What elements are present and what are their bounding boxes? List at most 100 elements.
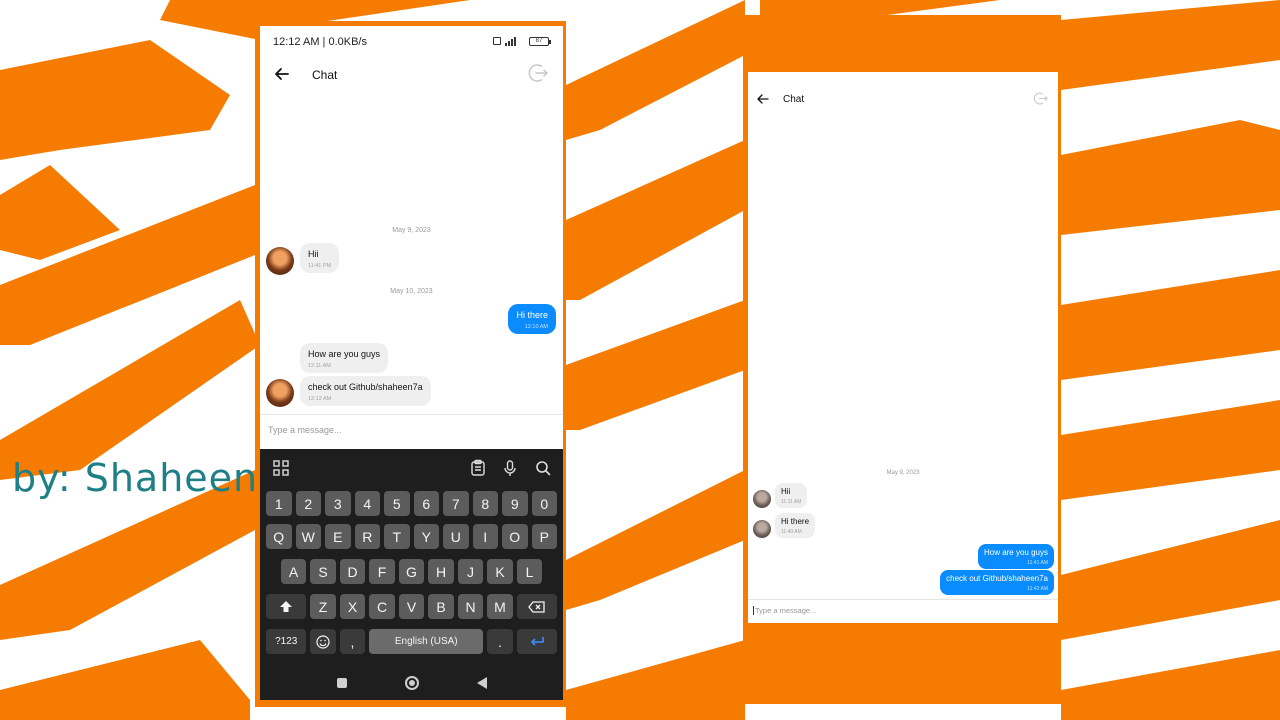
emoji-icon bbox=[316, 634, 330, 649]
date-separator: May 9, 2023 bbox=[886, 470, 920, 476]
message-bubble-received[interactable]: Hii 11:41 PM bbox=[300, 243, 340, 273]
key[interactable]: R bbox=[354, 524, 380, 549]
back-nav-icon[interactable] bbox=[476, 677, 487, 689]
key[interactable]: W bbox=[295, 524, 321, 549]
page-title: Chat bbox=[783, 94, 805, 105]
period-key[interactable]: . bbox=[487, 629, 513, 654]
page-title: Chat bbox=[312, 68, 338, 82]
key[interactable]: F bbox=[369, 559, 395, 584]
key[interactable]: 7 bbox=[443, 491, 469, 516]
chat-header: Chat bbox=[748, 86, 1058, 114]
key[interactable]: 9 bbox=[502, 491, 528, 516]
key[interactable]: X bbox=[339, 594, 366, 619]
signal-icon bbox=[505, 36, 525, 46]
search-icon[interactable] bbox=[534, 459, 552, 477]
clipboard-icon[interactable] bbox=[469, 459, 487, 477]
keyboard-row-a: A S D F G H J K L bbox=[260, 559, 563, 584]
recents-icon[interactable] bbox=[336, 678, 347, 688]
key[interactable]: L bbox=[516, 559, 543, 584]
key[interactable]: G bbox=[398, 559, 425, 584]
system-nav-bar bbox=[260, 666, 563, 700]
key[interactable]: K bbox=[487, 559, 513, 584]
avatar[interactable] bbox=[753, 490, 771, 508]
keyboard-row-numbers: 1 2 3 4 5 6 7 8 9 0 bbox=[260, 491, 563, 516]
avatar[interactable] bbox=[266, 379, 294, 407]
key[interactable]: B bbox=[428, 594, 454, 619]
shift-icon bbox=[280, 600, 293, 612]
backspace-icon bbox=[527, 600, 545, 613]
message-bubble-received[interactable]: How are you guys 12:11 AM bbox=[300, 343, 389, 373]
message-bubble-sent[interactable]: Hi there 12:10 AM bbox=[508, 304, 556, 334]
key[interactable]: Z bbox=[310, 594, 336, 619]
key[interactable]: C bbox=[369, 594, 395, 619]
message-input[interactable] bbox=[753, 606, 1043, 615]
keyboard-row-bottom: ?123 , English (USA) . bbox=[260, 629, 563, 654]
message-bubble-received[interactable]: Hi there 11:40 AM bbox=[775, 513, 816, 538]
keyboard-row-z: Z X C V B N M bbox=[260, 594, 563, 619]
message-bubble-sent[interactable]: check out Github/shaheen7a 11:42 AM bbox=[940, 570, 1054, 595]
key[interactable]: V bbox=[398, 594, 425, 619]
message-bubble-sent[interactable]: How are you guys 11:41 AM bbox=[977, 544, 1054, 569]
author-byline: by: Shaheen bbox=[12, 456, 259, 500]
status-time: 12:12 AM | 0.0KB/s bbox=[273, 36, 367, 48]
avatar[interactable] bbox=[266, 247, 294, 275]
message-composer bbox=[748, 599, 1058, 623]
key[interactable]: Y bbox=[413, 524, 439, 549]
key[interactable]: N bbox=[457, 594, 484, 619]
key[interactable]: Q bbox=[266, 524, 292, 549]
key[interactable]: 3 bbox=[325, 491, 351, 516]
key[interactable]: 4 bbox=[354, 491, 380, 516]
key[interactable]: J bbox=[457, 559, 484, 584]
key[interactable]: 1 bbox=[266, 491, 292, 516]
date-separator: May 9, 2023 bbox=[392, 227, 431, 234]
logout-icon[interactable] bbox=[1033, 91, 1048, 106]
key[interactable]: 0 bbox=[531, 491, 557, 516]
message-composer bbox=[260, 414, 563, 449]
backspace-key[interactable] bbox=[516, 594, 557, 619]
space-key[interactable]: English (USA) bbox=[369, 629, 484, 654]
key[interactable]: T bbox=[384, 524, 410, 549]
chat-header: Chat bbox=[260, 56, 563, 94]
key[interactable]: H bbox=[428, 559, 454, 584]
arrow-left-icon[interactable] bbox=[756, 92, 770, 106]
key[interactable]: M bbox=[487, 594, 513, 619]
nfc-icon bbox=[493, 37, 501, 45]
key[interactable]: P bbox=[531, 524, 557, 549]
arrow-left-icon[interactable] bbox=[272, 64, 292, 84]
key[interactable]: D bbox=[339, 559, 366, 584]
keyboard-toolbar bbox=[260, 449, 563, 487]
key[interactable]: I bbox=[472, 524, 498, 549]
home-icon[interactable] bbox=[404, 676, 419, 690]
key[interactable]: S bbox=[310, 559, 336, 584]
key[interactable]: O bbox=[502, 524, 528, 549]
background-brush-strokes bbox=[0, 0, 1280, 720]
enter-icon bbox=[530, 636, 544, 646]
status-indicators: 87 bbox=[493, 36, 551, 46]
phone-screen-left: 12:12 AM | 0.0KB/s 87 Chat May 9, 2023 H… bbox=[260, 26, 563, 700]
key[interactable]: U bbox=[443, 524, 469, 549]
key[interactable]: 6 bbox=[413, 491, 439, 516]
symbols-key[interactable]: ?123 bbox=[266, 629, 307, 654]
message-bubble-received[interactable]: check out Github/shaheen7a 12:12 AM bbox=[300, 376, 431, 406]
status-bar: 12:12 AM | 0.0KB/s 87 bbox=[260, 26, 563, 56]
microphone-icon[interactable] bbox=[501, 459, 519, 477]
key[interactable]: 8 bbox=[472, 491, 498, 516]
keyboard-row-q: Q W E R T Y U I O P bbox=[260, 524, 563, 549]
shift-key[interactable] bbox=[266, 594, 307, 619]
emoji-key[interactable] bbox=[310, 629, 336, 654]
message-input[interactable] bbox=[268, 425, 548, 435]
grid-icon[interactable] bbox=[272, 459, 290, 477]
phone-screen-right: Chat May 9, 2023 Hii 11:11 AM Hi there 1… bbox=[748, 72, 1058, 623]
key[interactable]: 2 bbox=[295, 491, 321, 516]
battery-icon: 87 bbox=[529, 36, 551, 46]
logout-icon[interactable] bbox=[527, 62, 549, 84]
date-separator: May 10, 2023 bbox=[390, 288, 433, 295]
key[interactable]: A bbox=[280, 559, 307, 584]
enter-key[interactable] bbox=[516, 629, 557, 654]
avatar[interactable] bbox=[753, 520, 771, 538]
message-bubble-received[interactable]: Hii 11:11 AM bbox=[775, 483, 808, 508]
comma-key[interactable]: , bbox=[339, 629, 366, 654]
key[interactable]: 5 bbox=[384, 491, 410, 516]
key[interactable]: E bbox=[325, 524, 351, 549]
soft-keyboard: 1 2 3 4 5 6 7 8 9 0 Q W E R T Y U I O P … bbox=[260, 449, 563, 700]
